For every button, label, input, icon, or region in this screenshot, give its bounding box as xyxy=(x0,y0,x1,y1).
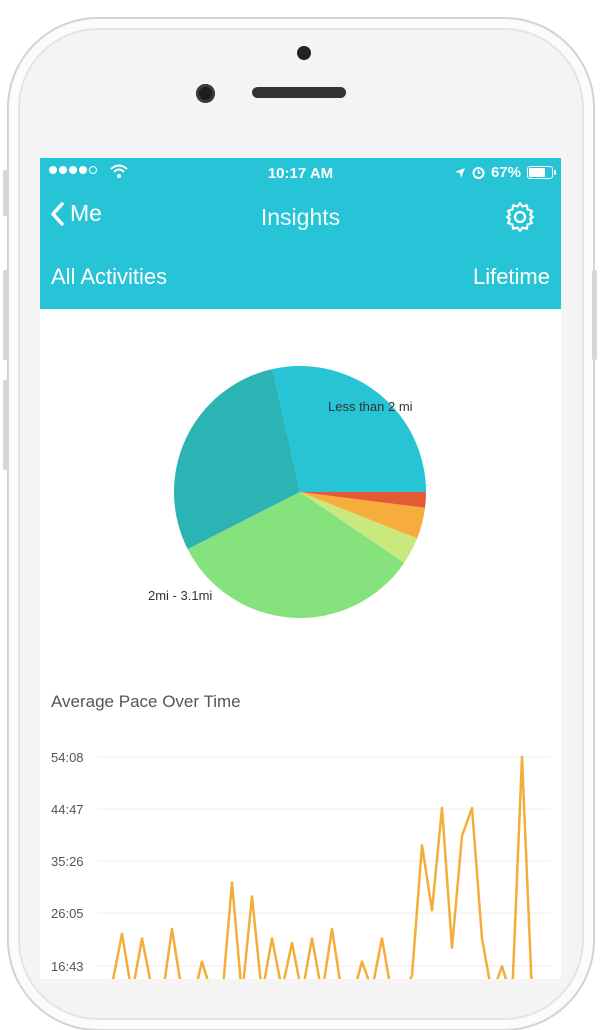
battery-icon xyxy=(527,166,556,179)
power-button xyxy=(592,270,597,360)
filter-bar: All Activities Lifetime xyxy=(40,258,561,294)
y-tick-label: 54:08 xyxy=(51,750,84,765)
status-bar: 10:17 AM 67% xyxy=(40,162,561,184)
app-screen: 10:17 AM 67% Me Insights All Activities … xyxy=(40,158,561,979)
y-tick-label: 44:47 xyxy=(51,802,84,817)
location-arrow-icon xyxy=(454,167,465,178)
volume-down-button xyxy=(3,380,8,470)
proximity-sensor xyxy=(297,46,311,60)
alarm-icon xyxy=(472,167,485,179)
distance-pie-chart: Less than 2 mi2mi - 3.1mi3.1 - 5mi5mi - … xyxy=(148,365,426,618)
y-tick-label: 16:43 xyxy=(51,959,84,974)
y-tick-label: 35:26 xyxy=(51,854,84,869)
earpiece-speaker xyxy=(252,87,346,98)
pie-slice-label: Less than 2 mi xyxy=(328,399,413,414)
status-right: 67% xyxy=(454,164,556,181)
pace-line-chart: 54:08 44:47 35:26 26:05 16:43 xyxy=(51,750,550,979)
battery-percent: 67% xyxy=(490,164,521,181)
battery-fill xyxy=(529,168,546,177)
y-tick-label: 26:05 xyxy=(51,906,84,921)
pace-chart-title: Average Pace Over Time xyxy=(51,692,241,711)
mute-switch xyxy=(3,170,8,216)
pie-slice-label: 2mi - 3.1mi xyxy=(148,588,212,603)
front-camera xyxy=(196,84,215,103)
page-title: Insights xyxy=(260,204,341,230)
app-header: 10:17 AM 67% Me Insights All Activities … xyxy=(40,158,561,309)
range-filter[interactable]: Lifetime xyxy=(473,264,550,290)
volume-up-button xyxy=(3,270,8,360)
activity-filter[interactable]: All Activities xyxy=(51,264,167,290)
pace-series-line xyxy=(111,755,533,979)
nav-bar: Me Insights xyxy=(40,194,561,240)
gear-icon[interactable] xyxy=(503,200,537,234)
